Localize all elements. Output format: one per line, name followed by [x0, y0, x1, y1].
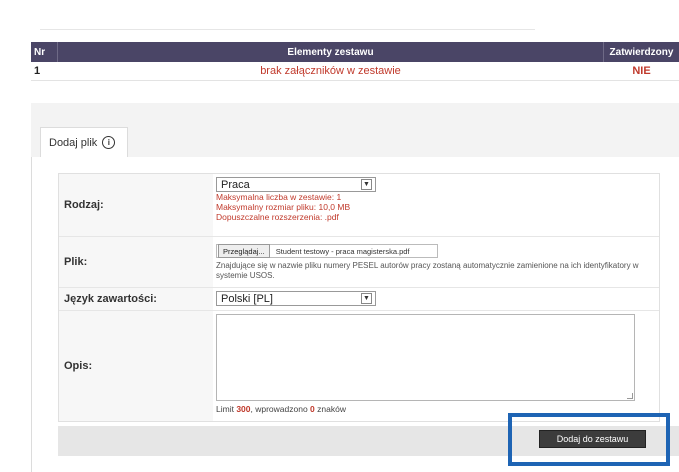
table-row: 1 brak załączników w zestawie NIE [31, 62, 679, 81]
file-label: Plik: [59, 237, 213, 287]
row-element: brak załączników w zestawie [260, 65, 401, 77]
type-hint-max-count: Maksymalna liczba w zestawie: 1 [216, 192, 342, 202]
tab-label: Dodaj plik [49, 136, 98, 149]
file-input[interactable]: Przeglądaj... Student testowy - praca ma… [216, 244, 438, 258]
type-select[interactable]: Praca ▼ [216, 177, 376, 192]
description-label: Opis: [59, 311, 213, 421]
description-row: Opis: Limit 300, wprowadzono 0 znaków [59, 311, 659, 421]
chevron-down-icon: ▼ [361, 293, 372, 304]
language-label: Język zawartości: [59, 288, 213, 310]
header-elements: Elementy zestawu [57, 42, 604, 62]
add-file-form: Rodzaj: Praca ▼ Maksymalna liczba w zest… [58, 173, 660, 422]
header-approved: Zatwierdzony [609, 46, 674, 58]
row-nr: 1 [34, 65, 41, 77]
type-row: Rodzaj: Praca ▼ Maksymalna liczba w zest… [59, 174, 659, 237]
resize-grip-icon[interactable] [627, 393, 633, 399]
file-note: Znajdujące się w nazwie pliku numery PES… [216, 261, 639, 280]
browse-button[interactable]: Przeglądaj... [218, 244, 270, 258]
language-select-value: Polski [PL] [221, 292, 273, 305]
char-limit-value: 300 [236, 404, 251, 414]
file-row: Plik: Przeglądaj... Student testowy - pr… [59, 237, 659, 288]
top-divider [40, 29, 535, 30]
row-approved-status: NIE [632, 65, 651, 77]
items-table-header: Nr Elementy zestawu Zatwierdzony [31, 42, 679, 62]
chevron-down-icon: ▼ [361, 179, 372, 190]
language-select[interactable]: Polski [PL] ▼ [216, 291, 376, 306]
language-row: Język zawartości: Polski [PL] ▼ [59, 288, 659, 311]
type-hint-extensions: Dopuszczalne rozszerzenia: .pdf [216, 212, 339, 222]
add-to-set-button[interactable]: Dodaj do zestawu [539, 430, 646, 448]
tab-add-file[interactable]: Dodaj plik i [40, 127, 128, 157]
type-select-value: Praca [221, 178, 250, 191]
header-nr: Nr [31, 42, 57, 62]
type-hint-max-size: Maksymalny rozmiar pliku: 10,0 MB [216, 202, 351, 212]
type-label: Rodzaj: [59, 174, 213, 236]
description-textarea[interactable] [216, 314, 635, 401]
file-name: Student testowy - praca magisterska.pdf [275, 246, 410, 256]
items-table: Nr Elementy zestawu Zatwierdzony 1 brak … [31, 42, 679, 81]
info-icon[interactable]: i [102, 136, 116, 149]
